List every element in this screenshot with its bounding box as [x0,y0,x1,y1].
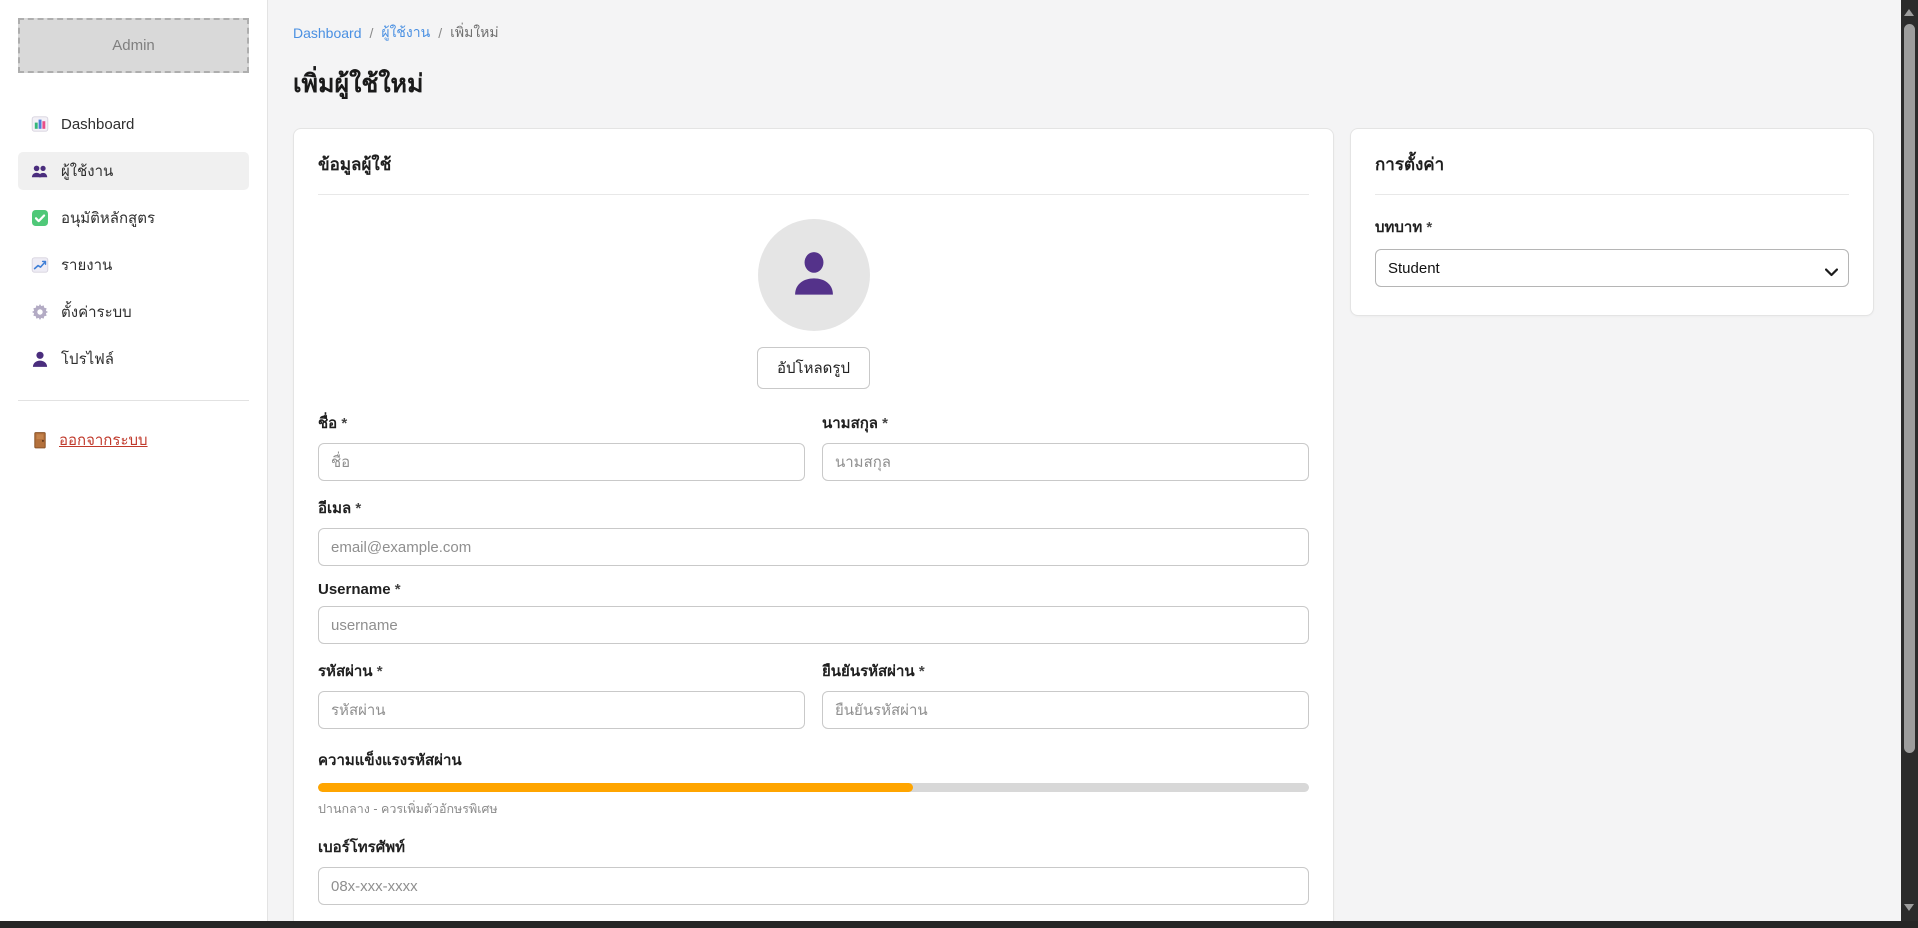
confirm-password-field: ยืนยันรหัสผ่าน * [822,659,1309,729]
email-input[interactable] [318,528,1309,566]
password-label: รหัสผ่าน * [318,659,805,683]
person-icon [30,350,49,368]
username-label: Username * [318,581,1309,598]
scroll-down-arrow-icon[interactable] [1904,904,1914,911]
required-asterisk: * [882,415,888,432]
sidebar-item-label: โปรไฟล์ [61,347,114,371]
confirm-password-label: ยืนยันรหัสผ่าน * [822,659,1309,683]
user-form: ชื่อ * นามสกุล * อีเมล * Usernam [318,411,1309,920]
card-divider [318,194,1309,195]
sidebar-item-label: ตั้งค่าระบบ [61,300,132,324]
avatar-section: อัปโหลดรูป [318,219,1309,389]
required-asterisk: * [395,581,401,598]
required-asterisk: * [341,415,347,432]
browser-viewport: Admin Dashboard ผู้ใช้งาน [0,0,1918,928]
scroll-up-arrow-icon[interactable] [1904,9,1914,16]
upload-photo-button[interactable]: อัปโหลดรูป [757,347,870,389]
gear-icon [30,303,49,321]
admin-app: Admin Dashboard ผู้ใช้งาน [0,0,1901,921]
line-chart-icon [30,256,49,274]
role-select[interactable]: Student [1375,249,1849,287]
sidebar-item-label: อนุมัติหลักสูตร [61,206,155,230]
vertical-scrollbar[interactable] [1901,0,1918,921]
main-content: Dashboard / ผู้ใช้งาน / เพิ่มใหม่ เพิ่มผ… [268,0,1901,921]
sidebar-divider [18,400,249,401]
logout-label: ออกจากระบบ [59,428,148,452]
phone-input[interactable] [318,867,1309,905]
last-name-label: นามสกุล * [822,411,1309,435]
first-name-field: ชื่อ * [318,411,805,481]
check-icon [30,209,49,227]
sidebar-item-course-approval[interactable]: อนุมัติหลักสูตร [18,199,249,237]
logout-button[interactable]: ออกจากระบบ [18,423,249,457]
sidebar-item-reports[interactable]: รายงาน [18,246,249,284]
logo-text: Admin [112,37,155,54]
sidebar-nav: Dashboard ผู้ใช้งาน อนุมัติหลักสูตร [0,105,267,378]
breadcrumb-separator: / [438,25,442,41]
phone-field: เบอร์โทรศัพท์ [318,835,1309,905]
username-field: Username * [318,581,1309,644]
horizontal-scrollbar[interactable] [0,921,1918,928]
last-name-field: นามสกุล * [822,411,1309,481]
sidebar-item-label: รายงาน [61,253,112,277]
required-asterisk: * [919,663,925,680]
vertical-scrollbar-thumb[interactable] [1904,24,1915,753]
confirm-password-input[interactable] [822,691,1309,729]
sidebar-item-profile[interactable]: โปรไฟล์ [18,340,249,378]
cards-row: ข้อมูลผู้ใช้ อัปโหลดรูป ชื่อ * [293,128,1874,921]
password-strength-bar [318,783,1309,792]
required-asterisk: * [355,500,361,517]
password-strength-label: ความแข็งแรงรหัสผ่าน [318,748,1309,772]
breadcrumb-users[interactable]: ผู้ใช้งาน [381,22,430,44]
breadcrumb-separator: / [370,25,374,41]
email-field: อีเมล * [318,496,1309,566]
user-card-title: ข้อมูลผู้ใช้ [318,151,1309,178]
sidebar-item-label: ผู้ใช้งาน [61,159,113,183]
avatar [758,219,870,331]
password-strength-message: ปานกลาง - ควรเพิ่มตัวอักษรพิเศษ [318,799,1309,819]
breadcrumb-dashboard[interactable]: Dashboard [293,25,362,41]
page-title: เพิ่มผู้ใช้ใหม่ [293,64,1874,104]
password-field: รหัสผ่าน * [318,659,805,729]
settings-card: การตั้งค่า บทบาท * Student [1350,128,1874,316]
logo-placeholder: Admin [18,18,249,73]
breadcrumb-current: เพิ่มใหม่ [450,22,499,44]
door-icon [30,431,49,449]
card-divider [1375,194,1849,195]
phone-label: เบอร์โทรศัพท์ [318,835,1309,859]
sidebar: Admin Dashboard ผู้ใช้งาน [0,0,268,921]
required-asterisk: * [1426,219,1432,236]
users-icon [30,162,49,180]
role-label: บทบาท * [1375,215,1849,239]
email-label: อีเมล * [318,496,1309,520]
sidebar-item-users[interactable]: ผู้ใช้งาน [18,152,249,190]
first-name-label: ชื่อ * [318,411,805,435]
required-asterisk: * [377,663,383,680]
breadcrumb: Dashboard / ผู้ใช้งาน / เพิ่มใหม่ [293,22,1874,44]
avatar-person-icon [787,246,841,305]
first-name-input[interactable] [318,443,805,481]
user-info-card: ข้อมูลผู้ใช้ อัปโหลดรูป ชื่อ * [293,128,1334,921]
bar-chart-icon [30,115,49,133]
password-strength-section: ความแข็งแรงรหัสผ่าน ปานกลาง - ควรเพิ่มตั… [318,748,1309,819]
last-name-input[interactable] [822,443,1309,481]
settings-card-title: การตั้งค่า [1375,151,1849,178]
username-input[interactable] [318,606,1309,644]
sidebar-item-dashboard[interactable]: Dashboard [18,105,249,143]
sidebar-item-label: Dashboard [61,116,134,133]
sidebar-item-system-settings[interactable]: ตั้งค่าระบบ [18,293,249,331]
role-select-wrap: Student [1375,249,1849,287]
password-strength-fill [318,783,913,792]
password-input[interactable] [318,691,805,729]
